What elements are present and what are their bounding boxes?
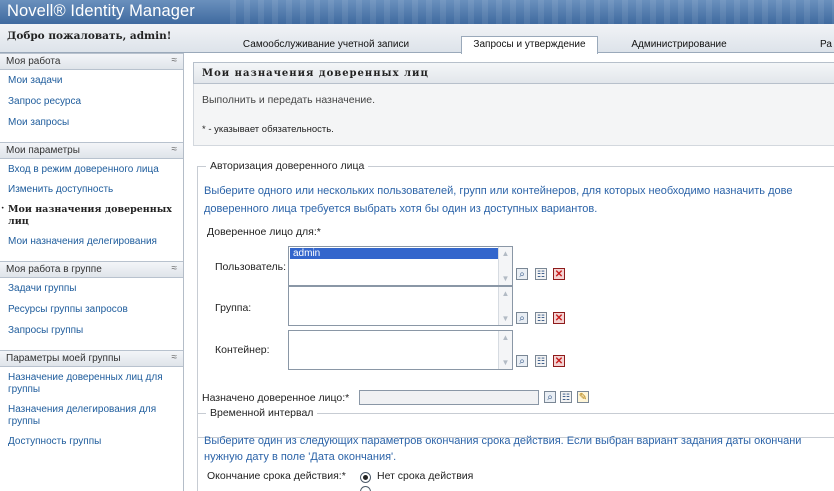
tab-administration[interactable]: Администрирование bbox=[619, 37, 739, 53]
top-navigation: Добро пожаловать, admin! Самообслуживани… bbox=[0, 24, 834, 54]
container-label: Контейнер: bbox=[215, 344, 270, 356]
tab-partial[interactable]: Ра bbox=[818, 37, 834, 53]
time-interval-legend: Временной интервал bbox=[206, 407, 318, 419]
proxy-description-line2: доверенного лица требуется выбрать хотя … bbox=[204, 203, 598, 215]
sidebar-item-proxy-login[interactable]: Вход в режим доверенного лица bbox=[0, 161, 183, 179]
main-content: Мои назначения доверенных лиц Выполнить … bbox=[193, 62, 834, 491]
group-listbox[interactable]: ▲ ▼ bbox=[288, 286, 513, 326]
sidebar-item-my-requests[interactable]: Мои запросы bbox=[0, 111, 183, 132]
sidebar-item-team-delegate-assignments[interactable]: Назначения делегирования для группы bbox=[0, 399, 183, 431]
proxy-authorization-legend: Авторизация доверенного лица bbox=[206, 160, 369, 172]
delete-icon[interactable]: ✕ bbox=[553, 312, 565, 324]
sidebar-item-request-resource[interactable]: Запрос ресурса bbox=[0, 90, 183, 111]
delete-icon[interactable]: ✕ bbox=[553, 268, 565, 280]
scrollbar[interactable]: ▲ ▼ bbox=[498, 331, 512, 369]
proxy-description-line1: Выберите одного или нескольких пользоват… bbox=[204, 185, 793, 197]
user-listbox[interactable]: admin ▲ ▼ bbox=[288, 246, 513, 286]
search-icon[interactable]: ⌕ bbox=[544, 391, 556, 403]
app-header: Novell® Identity Manager bbox=[0, 0, 834, 24]
container-listbox[interactable]: ▲ ▼ bbox=[288, 330, 513, 370]
search-icon[interactable]: ⌕ bbox=[516, 355, 528, 367]
proxy-for-label: Доверенное лицо для:* bbox=[207, 226, 321, 238]
expiry-date-radio[interactable] bbox=[360, 486, 371, 491]
sidebar-item-my-proxy-assignments[interactable]: · Мои назначения доверенных лиц bbox=[0, 199, 183, 231]
scrollbar[interactable]: ▲ ▼ bbox=[498, 287, 512, 325]
search-icon[interactable]: ⌕ bbox=[516, 268, 528, 280]
info-panel: Выполнить и передать назначение. * - ука… bbox=[193, 84, 834, 146]
scroll-down-icon[interactable]: ▼ bbox=[501, 358, 510, 367]
required-note: * - указывает обязательность. bbox=[202, 124, 334, 135]
scroll-down-icon[interactable]: ▼ bbox=[501, 274, 510, 283]
app-title: Novell® Identity Manager bbox=[7, 2, 195, 20]
history-icon[interactable]: ☷ bbox=[535, 355, 547, 367]
history-icon[interactable]: ☷ bbox=[560, 391, 572, 403]
sidebar-item-my-tasks[interactable]: Мои задачи bbox=[0, 72, 183, 90]
delete-icon[interactable]: ✕ bbox=[553, 355, 565, 367]
intro-text: Выполнить и передать назначение. bbox=[202, 94, 375, 106]
no-expiry-label: Нет срока действия bbox=[377, 470, 474, 482]
collapse-icon[interactable]: ≈ bbox=[172, 55, 178, 66]
scroll-down-icon[interactable]: ▼ bbox=[501, 314, 510, 323]
sidebar-item-my-delegate-assignments[interactable]: Мои назначения делегирования bbox=[0, 231, 183, 251]
sidebar-section-title: Моя работа bbox=[6, 56, 61, 67]
collapse-icon[interactable]: ≈ bbox=[172, 144, 178, 155]
expiration-label: Окончание срока действия:* bbox=[207, 470, 346, 482]
history-icon[interactable]: ☷ bbox=[535, 312, 547, 324]
collapse-icon[interactable]: ≈ bbox=[172, 352, 178, 363]
no-expiry-radio[interactable] bbox=[360, 472, 371, 483]
assigned-proxy-label: Назначено доверенное лицо:* bbox=[202, 392, 350, 404]
header-pattern bbox=[230, 0, 834, 24]
sidebar-section-title: Параметры моей группы bbox=[6, 353, 121, 364]
collapse-icon[interactable]: ≈ bbox=[172, 263, 178, 274]
sidebar-item-edit-availability[interactable]: Изменить доступность bbox=[0, 179, 183, 199]
scrollbar[interactable]: ▲ ▼ bbox=[498, 247, 512, 285]
group-label: Группа: bbox=[215, 302, 252, 314]
assigned-proxy-input[interactable] bbox=[359, 390, 539, 405]
sidebar-item-team-requests[interactable]: Запросы группы bbox=[0, 319, 183, 340]
sidebar-section-team-work[interactable]: Моя работа в группе ≈ bbox=[0, 261, 183, 278]
scroll-up-icon[interactable]: ▲ bbox=[501, 289, 510, 298]
scroll-up-icon[interactable]: ▲ bbox=[501, 249, 510, 258]
sidebar-section-my-settings[interactable]: Мои параметры ≈ bbox=[0, 142, 183, 159]
sidebar-item-team-proxy-assignments[interactable]: Назначение доверенных лиц для группы bbox=[0, 369, 183, 399]
sidebar-section-team-settings[interactable]: Параметры моей группы ≈ bbox=[0, 350, 183, 367]
sidebar-item-team-tasks[interactable]: Задачи группы bbox=[0, 280, 183, 298]
user-label: Пользователь: bbox=[215, 261, 287, 273]
time-description-line2: нужную дату в поле 'Дата окончания'. bbox=[204, 451, 397, 463]
tab-requests-approvals[interactable]: Запросы и утверждение bbox=[461, 36, 598, 54]
sidebar-section-title: Моя работа в группе bbox=[6, 264, 102, 275]
search-icon[interactable]: ⌕ bbox=[516, 312, 528, 324]
sidebar-section-title: Мои параметры bbox=[6, 145, 80, 156]
current-marker-icon: · bbox=[1, 203, 5, 214]
page-title: Мои назначения доверенных лиц bbox=[193, 62, 834, 84]
user-selected-item[interactable]: admin bbox=[290, 248, 498, 259]
welcome-message: Добро пожаловать, admin! bbox=[7, 30, 172, 42]
sidebar-section-my-work[interactable]: Моя работа ≈ bbox=[0, 53, 183, 70]
sidebar-item-team-availability[interactable]: Доступность группы bbox=[0, 431, 183, 451]
sidebar-item-team-resource-requests[interactable]: Ресурсы группы запросов bbox=[0, 298, 183, 319]
sidebar: Моя работа ≈ Мои задачи Запрос ресурса М… bbox=[0, 53, 184, 491]
tab-account-self-service[interactable]: Самообслуживание учетной записи bbox=[240, 37, 412, 53]
history-icon[interactable]: ☷ bbox=[535, 268, 547, 280]
sidebar-item-label: Мои назначения доверенных лиц bbox=[8, 204, 172, 227]
edit-icon[interactable]: ✎ bbox=[577, 391, 589, 403]
scroll-up-icon[interactable]: ▲ bbox=[501, 333, 510, 342]
